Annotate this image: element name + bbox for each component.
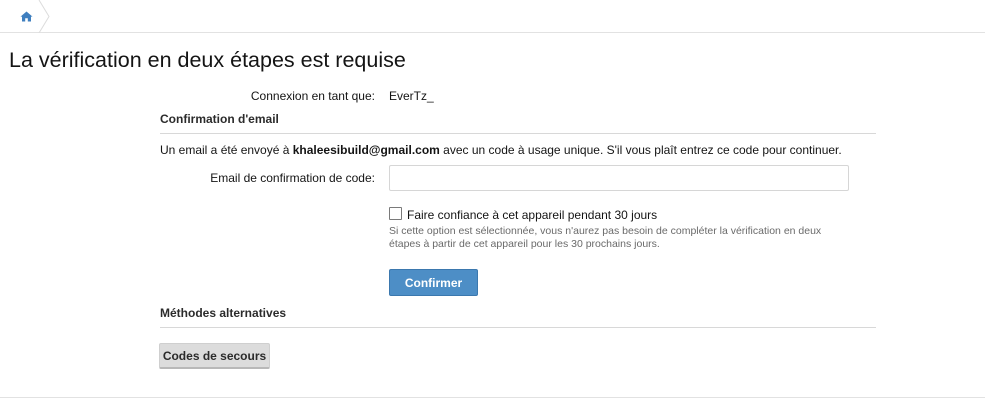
email-sent-prefix: Un email a été envoyé à [160,143,293,157]
email-sent-message: Un email a été envoyé à khaleesibuild@gm… [160,143,842,157]
trust-device-checkbox[interactable] [389,207,402,220]
login-username: EverTz_ [389,89,434,103]
email-address: khaleesibuild@gmail.com [292,143,440,157]
confirmation-code-input[interactable] [389,165,849,191]
code-field-label: Email de confirmation de code: [210,171,375,185]
login-label: Connexion en tant que: [250,89,375,103]
alternatives-divider [160,327,876,328]
backup-codes-button[interactable]: Codes de secours [159,343,270,369]
page-title: La vérification en deux étapes est requi… [9,48,406,72]
email-section-heading: Confirmation d'email [160,112,279,126]
trust-device-label[interactable]: Faire confiance à cet appareil pendant 3… [407,208,657,222]
breadcrumb [0,0,985,33]
breadcrumb-separator-icon [38,0,50,33]
footer-divider [0,397,985,398]
alternatives-heading: Méthodes alternatives [160,306,287,320]
trust-device-hint: Si cette option est sélectionnée, vous n… [389,225,822,250]
email-section-divider [160,133,876,134]
home-icon [20,11,32,21]
confirm-button[interactable]: Confirmer [389,269,478,296]
email-sent-suffix: avec un code à usage unique. S'il vous p… [439,143,842,157]
